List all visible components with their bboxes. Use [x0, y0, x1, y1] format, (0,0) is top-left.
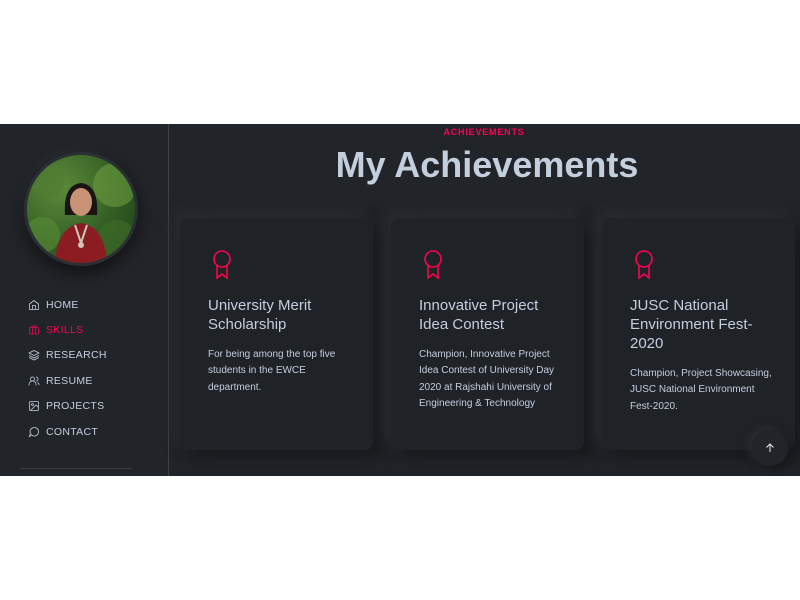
achievement-description: For being among the top five students in…: [208, 349, 336, 393]
nav-item-research[interactable]: RESEARCH: [28, 343, 107, 368]
nav-item-label: RESEARCH: [46, 349, 107, 362]
nav-item-home[interactable]: HOME: [28, 292, 107, 317]
home-icon: [29, 299, 39, 310]
achievement-title: JUSC National Environment Fest-2020: [630, 297, 753, 352]
achievement-card: University Merit Scholarship For being a…: [180, 218, 373, 450]
nav-item-label: PROJECTS: [46, 400, 105, 413]
sidebar: HOME SKILLS RESEARCH RESUME PROJECTS CON…: [0, 124, 169, 476]
nav-item-label: CONTACT: [46, 425, 99, 438]
award-icon: [421, 249, 445, 281]
section-eyebrow: ACHIEVEMENTS: [443, 127, 525, 137]
nav-item-projects[interactable]: PROJECTS: [28, 394, 107, 419]
layers-icon: [28, 350, 40, 361]
achievement-card: Innovative Project Idea Contest Champion…: [391, 218, 584, 450]
portfolio-frame: HOME SKILLS RESEARCH RESUME PROJECTS CON…: [0, 124, 800, 476]
message-circle-icon: [28, 426, 39, 438]
nav-item-resume[interactable]: RESUME: [28, 368, 107, 393]
users-icon: [28, 376, 40, 386]
achievement-title: University Merit Scholarship: [208, 297, 312, 333]
briefcase-icon: [29, 325, 39, 335]
award-icon: [632, 249, 656, 281]
achievement-title: Innovative Project Idea Contest: [419, 297, 539, 333]
achievement-description: Champion, Innovative Project Idea Contes…: [419, 349, 555, 409]
back-to-top-button[interactable]: [752, 430, 788, 466]
achievement-card: JUSC National Environment Fest-2020 Cham…: [602, 218, 795, 450]
nav-item-contact[interactable]: CONTACT: [28, 419, 107, 444]
avatar: [24, 152, 138, 266]
achievement-description: Champion, Project Showcasing, JUSC Natio…: [630, 368, 772, 412]
nav-item-label: RESUME: [46, 374, 93, 387]
award-icon: [210, 249, 234, 281]
image-icon: [29, 401, 39, 412]
sidebar-divider: [20, 468, 132, 469]
arrow-up-icon: [766, 443, 774, 452]
section-title: My Achievements: [335, 144, 639, 185]
nav-item-skills[interactable]: SKILLS: [28, 317, 107, 342]
avatar-photo: [27, 162, 135, 263]
nav-item-label: SKILLS: [46, 324, 84, 337]
main-nav: HOME SKILLS RESEARCH RESUME PROJECTS CON…: [28, 292, 107, 444]
nav-item-label: HOME: [46, 298, 79, 311]
